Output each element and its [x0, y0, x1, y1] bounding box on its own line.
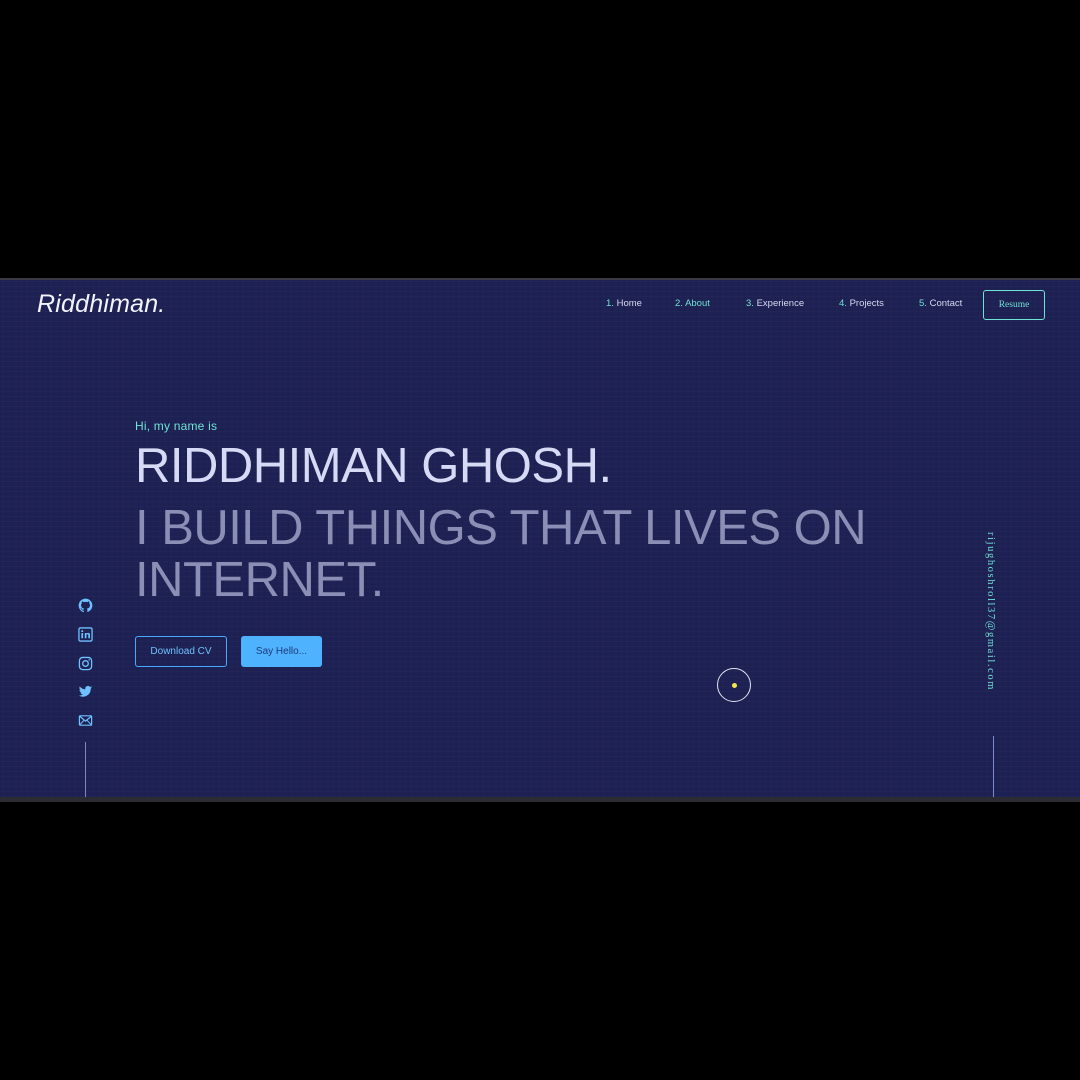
linkedin-icon[interactable] [77, 626, 94, 643]
hero-name: RIDDHIMAN GHOSH. [135, 439, 612, 493]
nav-item-label: Contact [929, 298, 963, 309]
nav-item-number: 1. [606, 298, 614, 309]
nav-item-projects[interactable]: 4. Projects [839, 298, 884, 309]
portfolio-viewport: Riddhiman. 1. Home 2. About 3. Experienc… [0, 278, 1080, 802]
email-link[interactable]: rijughoshroll37@gmail.com [985, 532, 996, 691]
hero-greeting: Hi, my name is [135, 419, 218, 433]
email-rail-line [993, 736, 994, 797]
social-rail-line [85, 742, 86, 797]
hero-tagline: I BUILD THINGS THAT LIVES ON INTERNET. [135, 501, 867, 607]
nav-item-number: 4. [839, 298, 847, 309]
main-nav: 1. Home 2. About 3. Experience 4. Projec… [0, 298, 1080, 312]
say-hello-button[interactable]: Say Hello... [241, 636, 322, 667]
nav-item-home[interactable]: 1. Home [606, 298, 642, 309]
nav-item-label: Projects [849, 298, 884, 309]
nav-item-number: 5. [919, 298, 927, 309]
nav-item-label: About [685, 298, 710, 309]
resume-button[interactable]: Resume [983, 290, 1045, 320]
nav-item-contact[interactable]: 5. Contact [919, 298, 962, 309]
nav-item-about[interactable]: 2. About [675, 298, 710, 309]
twitter-icon[interactable] [77, 683, 94, 700]
instagram-icon[interactable] [77, 655, 94, 672]
nav-item-number: 3. [746, 298, 754, 309]
nav-item-number: 2. [675, 298, 683, 309]
github-icon[interactable] [77, 597, 94, 614]
mail-icon[interactable] [77, 712, 94, 729]
custom-cursor-dot [732, 683, 737, 688]
nav-item-experience[interactable]: 3. Experience [746, 298, 804, 309]
nav-item-label: Experience [756, 298, 805, 309]
download-cv-button[interactable]: Download CV [135, 636, 227, 667]
nav-item-label: Home [616, 298, 642, 309]
